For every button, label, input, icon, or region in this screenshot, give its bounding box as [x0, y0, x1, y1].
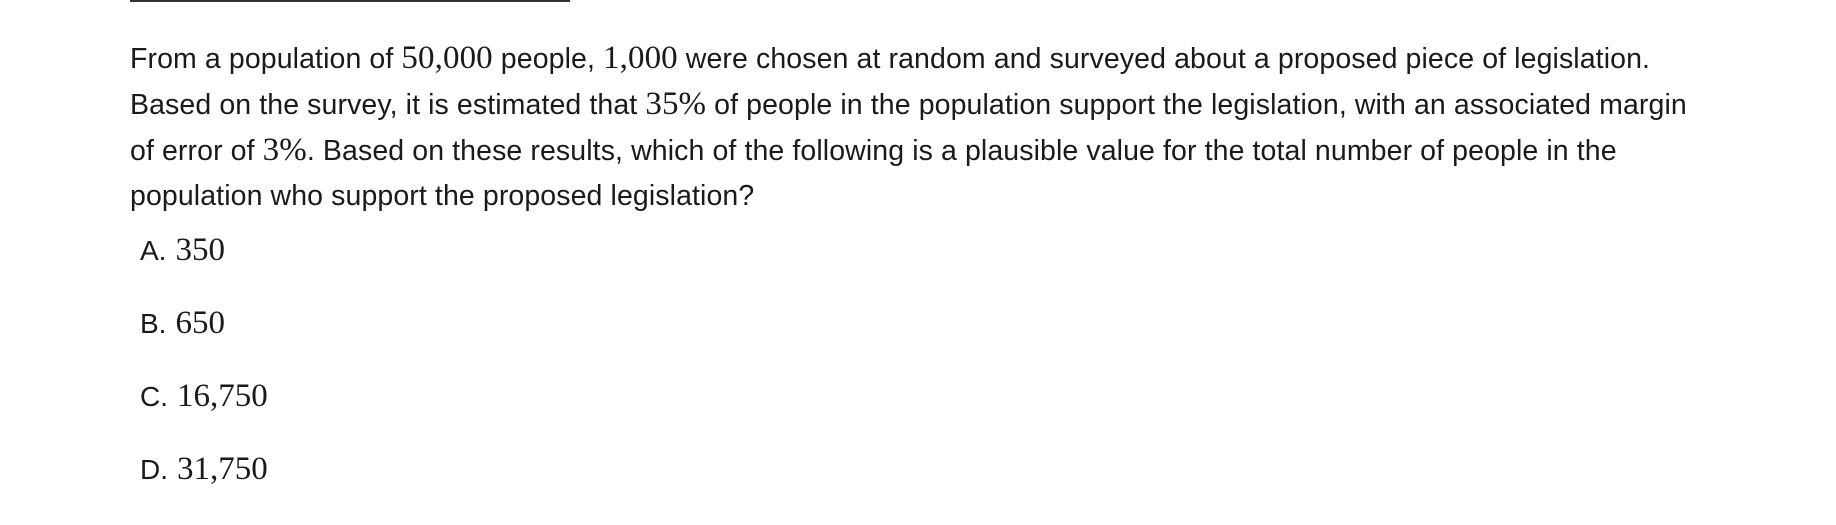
choice-a[interactable]: A. 350	[140, 232, 268, 305]
choice-letter: B.	[140, 308, 167, 339]
choice-letter: C.	[140, 381, 168, 412]
choice-value: 350	[175, 232, 225, 268]
top-divider	[130, 0, 570, 2]
question-segment: people,	[492, 43, 604, 75]
choice-c[interactable]: C. 16,750	[140, 378, 268, 451]
choice-value: 16,750	[177, 378, 268, 414]
estimate-value: 35%	[645, 86, 707, 122]
choice-b[interactable]: B. 650	[140, 305, 268, 378]
choice-d[interactable]: D. 31,750	[140, 451, 268, 524]
question-segment: From a population of	[130, 43, 402, 75]
choice-value: 650	[175, 305, 225, 341]
sample-value: 1,000	[603, 40, 678, 76]
margin-value: 3%	[262, 132, 307, 168]
question-text: From a population of 50,000 people, 1,00…	[130, 36, 1710, 219]
choice-letter: A.	[140, 235, 167, 266]
population-value: 50,000	[401, 40, 493, 76]
choice-letter: D.	[140, 454, 168, 485]
choice-value: 31,750	[177, 451, 268, 487]
answer-choices: A. 350 B. 650 C. 16,750 D. 31,750	[140, 232, 268, 524]
question-segment: . Based on these results, which of the f…	[130, 135, 1617, 212]
